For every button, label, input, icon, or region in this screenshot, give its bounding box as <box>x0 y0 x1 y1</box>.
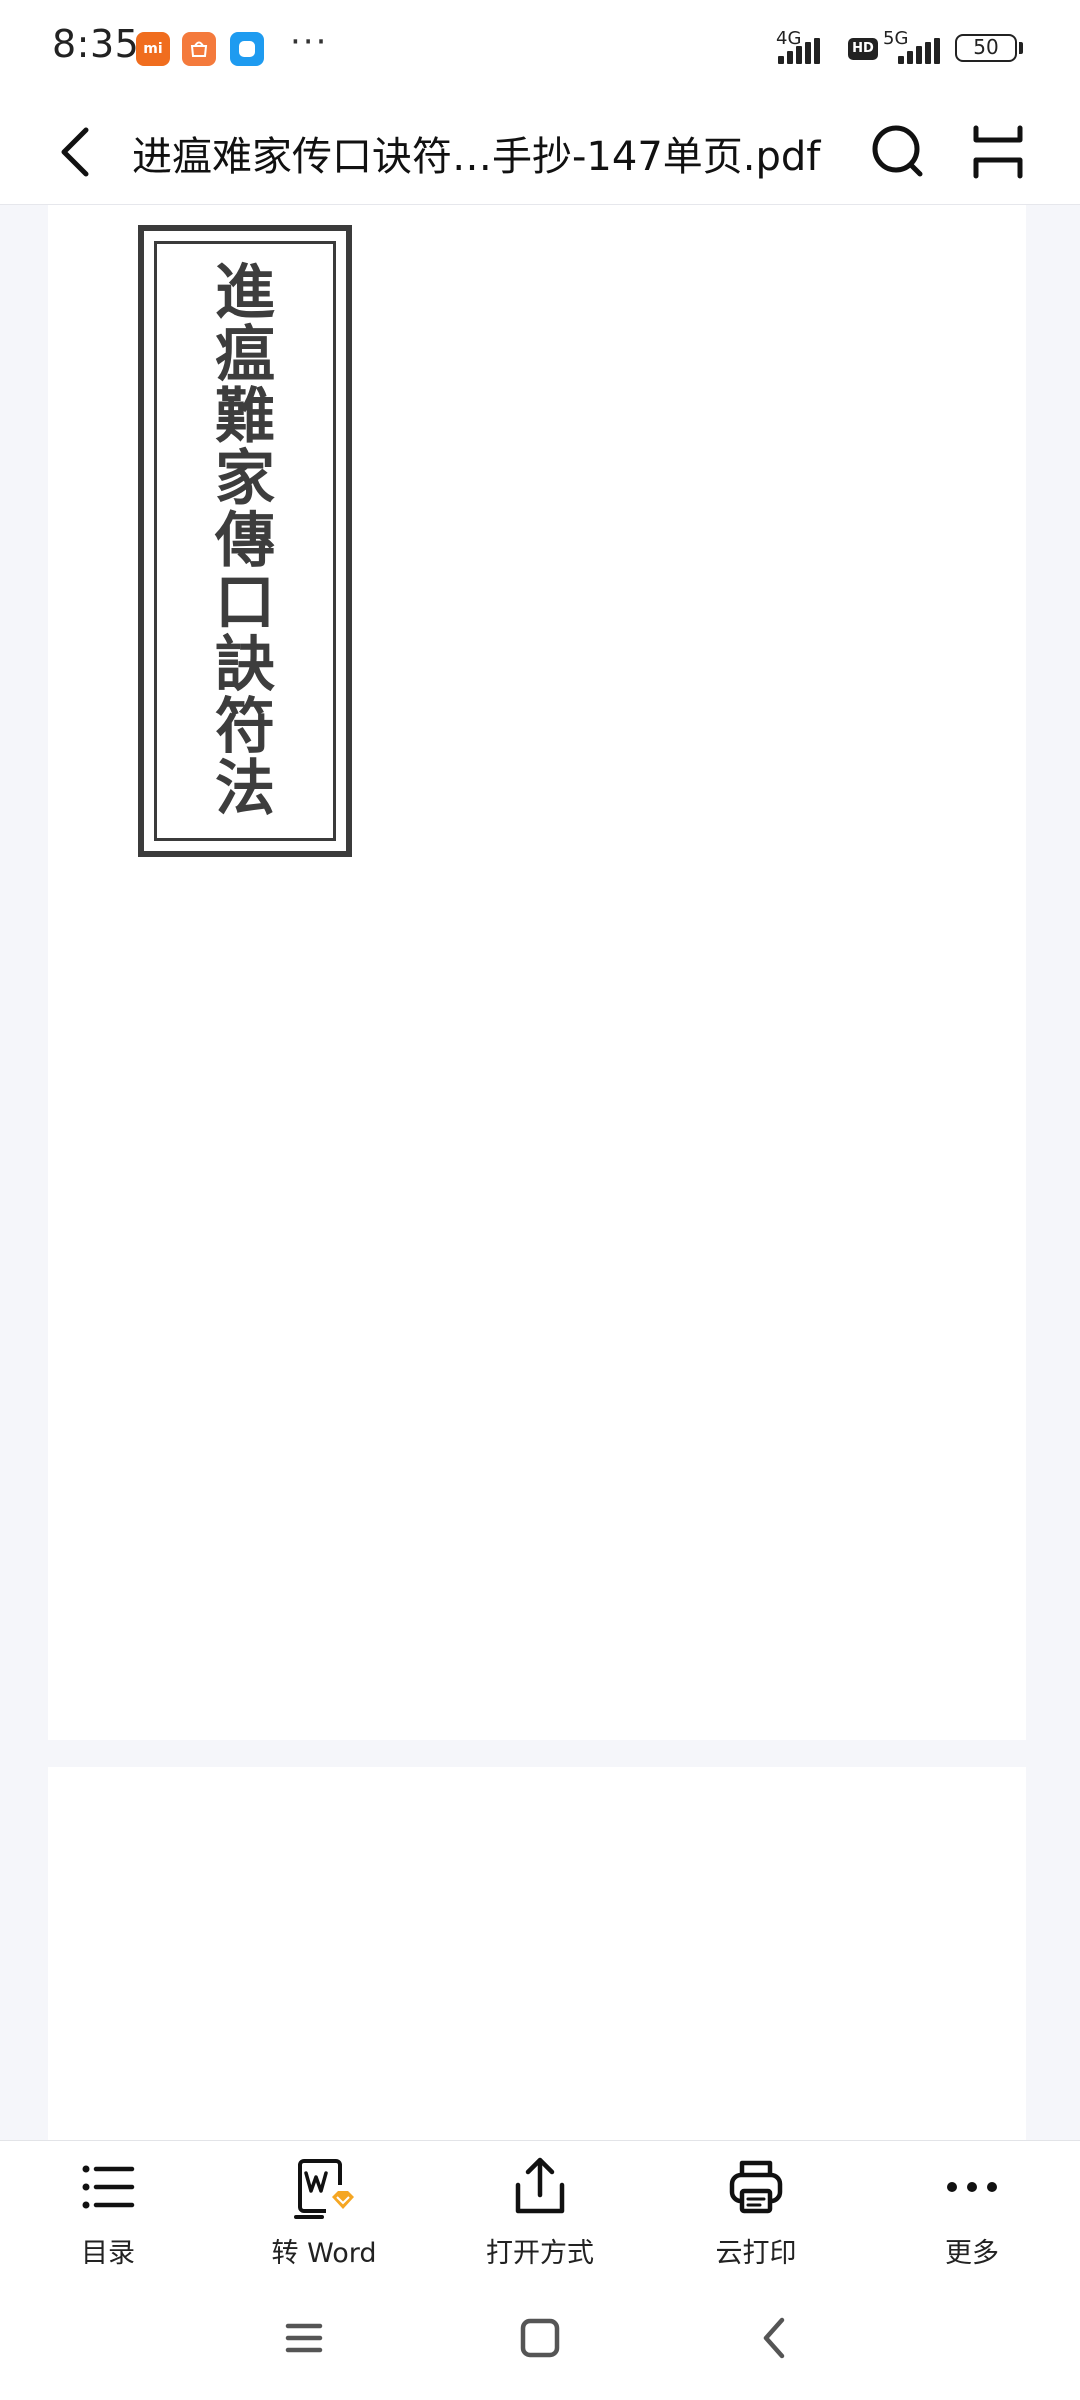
home-icon <box>520 2318 560 2358</box>
title-char: 瘟 <box>215 320 275 390</box>
more-icon <box>947 2182 997 2192</box>
toc-label: 目录 <box>81 2238 135 2269</box>
signal-4g-icon <box>778 38 822 64</box>
battery-icon: 50 <box>955 34 1017 62</box>
back-icon <box>763 2317 785 2359</box>
search-icon <box>872 125 923 177</box>
title-char: 訣 <box>215 630 275 700</box>
convert-word-button[interactable]: 转 Word <box>234 2155 414 2275</box>
word-convert-icon <box>294 2159 354 2219</box>
list-icon <box>82 2165 135 2209</box>
back-arrow-icon <box>61 127 89 177</box>
title-char: 口 <box>215 568 275 638</box>
back-button[interactable] <box>50 120 106 184</box>
more-label: 更多 <box>945 2238 999 2269</box>
hd-badge: HD <box>848 38 878 60</box>
menu-icon <box>285 2323 323 2353</box>
title-slip: 進 瘟 難 家 傳 口 訣 符 法 <box>138 225 352 857</box>
nav-back-button[interactable] <box>746 2308 806 2368</box>
pdf-page-2[interactable] <box>48 1767 1026 2140</box>
toc-button[interactable]: 目录 <box>18 2155 198 2275</box>
title-char: 符 <box>215 692 275 762</box>
pdf-viewer[interactable]: 進 瘟 難 家 傳 口 訣 符 法 <box>0 205 1080 2140</box>
status-time: 8:35 <box>52 22 140 66</box>
open-with-button[interactable]: 打开方式 <box>450 2155 630 2275</box>
printer-icon <box>729 2160 783 2214</box>
reading-mode-button[interactable] <box>966 116 1030 188</box>
status-more-indicator: ··· <box>290 22 329 62</box>
title-char: 進 <box>215 258 275 328</box>
document-title: 进瘟难家传口诀符…手抄-147单页.pdf <box>132 134 821 180</box>
system-nav-bar <box>0 2280 1080 2400</box>
pdf-page-1[interactable]: 進 瘟 難 家 傳 口 訣 符 法 <box>48 205 1026 1740</box>
convert-word-label: 转 Word <box>271 2238 377 2269</box>
share-icon <box>515 2157 565 2214</box>
reading-mode-icon <box>973 125 1023 179</box>
more-button[interactable]: 更多 <box>882 2155 1062 2275</box>
bottom-toolbar: 目录 转 Word 打开方式 云打印 更多 <box>0 2140 1080 2281</box>
cloud-print-button[interactable]: 云打印 <box>666 2155 846 2275</box>
status-bar: 8:35 mi ··· 4G HD 5G 50 <box>0 0 1080 100</box>
nav-home-button[interactable] <box>510 2308 570 2368</box>
title-char: 家 <box>215 444 275 514</box>
search-button[interactable] <box>866 116 930 188</box>
title-slip-inner: 進 瘟 難 家 傳 口 訣 符 法 <box>154 241 336 841</box>
battery-tip <box>1019 42 1023 54</box>
mi-app-icon: mi <box>136 32 170 66</box>
title-char: 傳 <box>215 506 275 576</box>
cloud-print-label: 云打印 <box>715 2238 797 2269</box>
title-char: 法 <box>215 754 275 824</box>
open-with-label: 打开方式 <box>486 2238 594 2269</box>
cloud-app-icon <box>230 32 264 66</box>
signal-5g-icon <box>898 38 942 64</box>
title-char: 難 <box>215 382 275 452</box>
mall-app-icon <box>182 32 216 66</box>
title-bar: 进瘟难家传口诀符…手抄-147单页.pdf <box>0 100 1080 205</box>
nav-menu-button[interactable] <box>274 2308 334 2368</box>
